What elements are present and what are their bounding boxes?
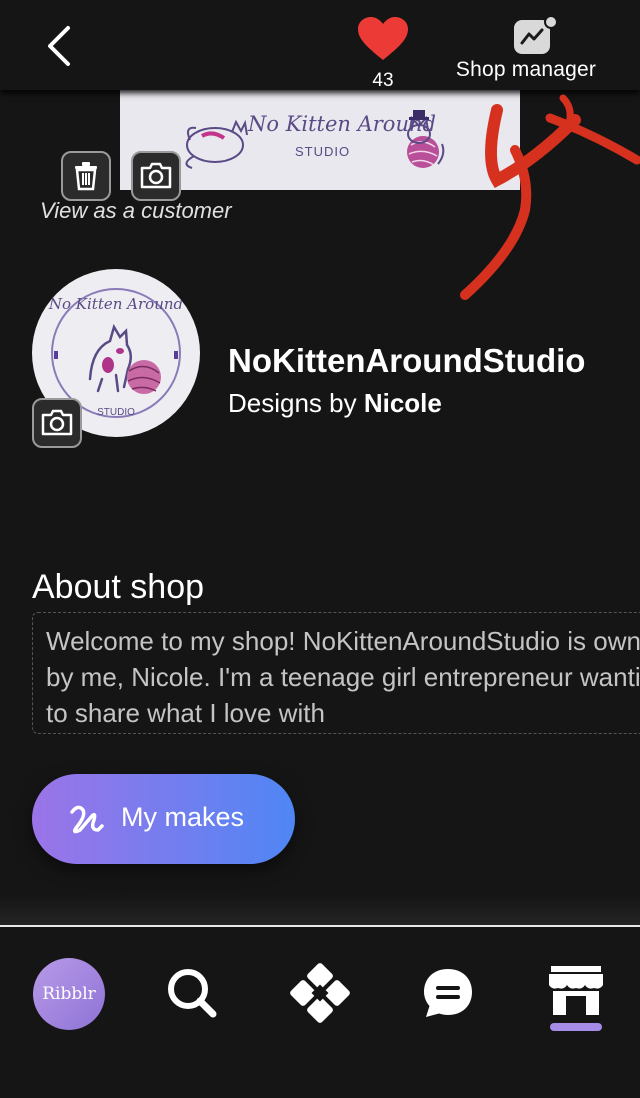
red-arrow-annotation <box>460 94 640 300</box>
designer-prefix: Designs by <box>228 388 364 418</box>
notification-dot <box>544 15 558 29</box>
camera-icon <box>140 162 172 189</box>
scroll-fade <box>0 895 640 925</box>
back-button[interactable] <box>40 24 80 68</box>
shop-manager-label: Shop manager <box>455 58 597 81</box>
nav-shop[interactable] <box>540 957 612 1029</box>
favorites-button[interactable]: 43 <box>352 14 414 91</box>
my-makes-label: My makes <box>121 802 245 832</box>
storefront-icon <box>549 966 603 1015</box>
yarn-squiggle-icon <box>70 805 104 834</box>
avatar-logo-subtitle: STUDIO <box>97 407 135 418</box>
trash-icon <box>75 162 97 191</box>
favorites-count: 43 <box>372 70 394 91</box>
about-heading: About shop <box>32 568 205 606</box>
active-tab-indicator <box>550 1023 602 1031</box>
diamond-grid-icon <box>290 963 350 1023</box>
delete-banner-button[interactable] <box>61 151 111 201</box>
designer-name: Nicole <box>363 388 442 418</box>
back-chevron-icon <box>48 26 70 66</box>
shop-name: NoKittenAroundStudio <box>228 342 586 379</box>
bottom-navigation: Ribblr <box>0 925 640 1098</box>
change-banner-button[interactable] <box>131 151 181 201</box>
nav-patterns[interactable] <box>284 957 356 1029</box>
chat-bubble-icon <box>424 969 472 1017</box>
about-text-field[interactable]: Welcome to my shop! NoKittenAroundStudio… <box>32 612 640 734</box>
search-icon <box>168 969 217 1018</box>
nav-search[interactable] <box>156 957 228 1029</box>
camera-icon <box>41 409 73 436</box>
shop-manager-button[interactable]: Shop manager <box>444 14 608 86</box>
change-avatar-button[interactable] <box>32 398 82 448</box>
about-text: Welcome to my shop! NoKittenAroundStudio… <box>46 626 640 728</box>
view-as-customer-link[interactable]: View as a customer <box>40 198 232 224</box>
banner-logo-subtitle: STUDIO <box>295 144 351 159</box>
banner-logo-title: No Kitten Around <box>248 112 436 136</box>
nav-messages[interactable] <box>412 957 484 1029</box>
top-bar: 43 Shop manager <box>0 0 640 91</box>
avatar-logo-title: No Kitten Around <box>48 295 183 313</box>
heart-icon <box>358 17 408 60</box>
designer-line: Designs by Nicole <box>228 388 442 419</box>
my-makes-button[interactable]: My makes <box>32 774 295 864</box>
nav-home-ribblr-logo[interactable]: Ribblr <box>33 958 105 1030</box>
